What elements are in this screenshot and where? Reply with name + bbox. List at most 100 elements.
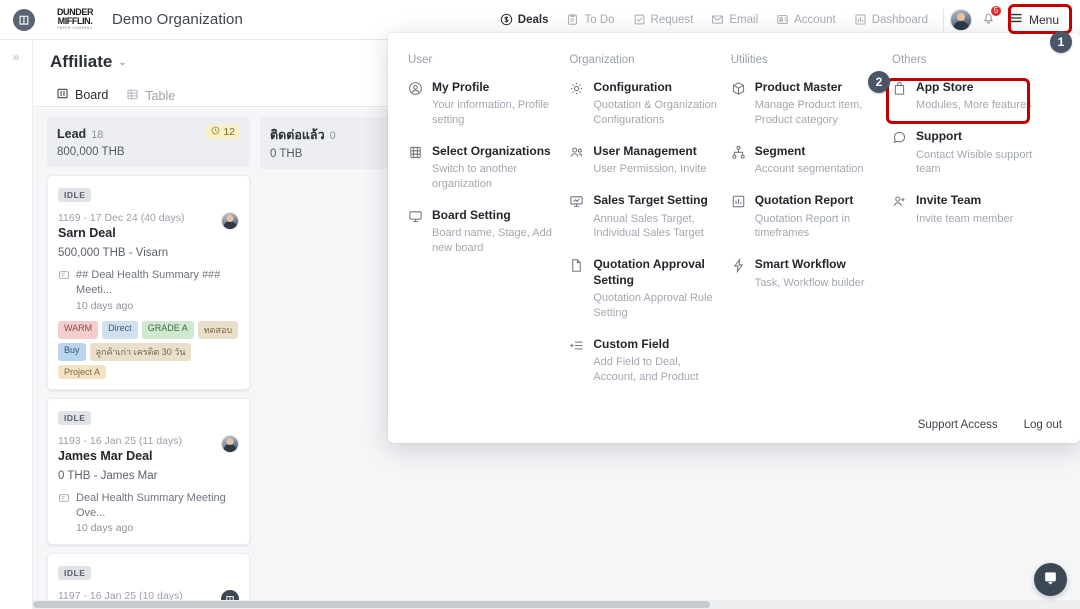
horizontal-scrollbar-track[interactable]: [33, 600, 1080, 609]
column-overdue-chip[interactable]: 12: [206, 125, 240, 139]
menu-item-subtitle: Quotation Report in timeframes: [755, 212, 880, 242]
menu-column-others: Others App Store Modules, More features …: [888, 54, 1064, 401]
menu-item-title: Product Master: [755, 80, 880, 95]
menu-item-product-master[interactable]: Product Master Manage Product item, Prod…: [727, 80, 880, 128]
menu-item-sales-target-setting[interactable]: Sales Target Setting Annual Sales Target…: [565, 193, 718, 241]
menu-item-subtitle: Annual Sales Target, Individual Sales Ta…: [593, 212, 718, 242]
menu-item-quotation-report[interactable]: Quotation Report Quotation Report in tim…: [727, 193, 880, 241]
menu-column-user: User My Profile Your information, Profil…: [404, 54, 565, 401]
nav-label-dashboard: Dashboard: [872, 14, 928, 26]
organization-name: Demo Organization: [112, 11, 243, 28]
menu-item-my-profile[interactable]: My Profile Your information, Profile set…: [404, 80, 557, 128]
check-square-icon: [633, 13, 646, 26]
menu-item-quotation-approval-setting[interactable]: Quotation Approval Setting Quotation App…: [565, 257, 718, 320]
menu-item-custom-field[interactable]: Custom Field Add Field to Deal, Account,…: [565, 337, 718, 385]
nav-label-deals: Deals: [518, 14, 549, 26]
main-menu-dropdown: User My Profile Your information, Profil…: [388, 33, 1080, 443]
deal-tags: WARM Direct GRADE A ทดสอบ Buy ลูกค้าเก่า…: [58, 321, 239, 379]
tag-buy[interactable]: Buy: [58, 343, 86, 361]
menu-item-title: User Management: [593, 144, 706, 159]
menu-item-board-setting[interactable]: Board Setting Board name, Stage, Add new…: [404, 208, 557, 256]
note-age: 10 days ago: [76, 522, 239, 534]
note-icon: [58, 268, 70, 312]
menu-item-subtitle: Quotation Approval Rule Setting: [593, 291, 718, 321]
note-text: Deal Health Summary Meeting Ove...: [76, 491, 239, 521]
menu-button[interactable]: Menu: [1002, 9, 1066, 30]
table-icon: [126, 88, 139, 104]
menu-item-title: Select Organizations: [432, 144, 557, 159]
menu-item-invite-team[interactable]: Invite Team Invite team member: [888, 193, 1056, 226]
note-text: ## Deal Health Summary ### Meeti...: [76, 268, 239, 298]
menu-item-title: My Profile: [432, 80, 557, 95]
menu-item-subtitle: Add Field to Deal, Account, and Product: [593, 355, 718, 385]
log-out-link[interactable]: Log out: [1024, 419, 1062, 431]
menu-item-support[interactable]: Support Contact Wisible support team: [888, 129, 1056, 177]
menu-column-utilities: Utilities Product Master Manage Product …: [727, 54, 888, 401]
chat-support-button[interactable]: [1034, 563, 1067, 596]
logo-line-3: PAPER COMPANY: [52, 27, 98, 30]
menu-item-subtitle: Manage Product item, Product category: [755, 98, 880, 128]
users-icon: [569, 145, 584, 177]
column-header: Lead18 800,000 THB 12: [47, 117, 250, 167]
menu-item-select-organizations[interactable]: Select Organizations Switch to another o…: [404, 144, 557, 192]
menu-item-title: Board Setting: [432, 208, 557, 223]
tag-grade-a[interactable]: GRADE A: [142, 321, 194, 339]
menu-item-title: Custom Field: [593, 337, 718, 352]
menu-item-title: Segment: [755, 144, 864, 159]
menu-button-label: Menu: [1029, 13, 1059, 27]
tag-test-th[interactable]: ทดสอบ: [198, 321, 238, 339]
menu-item-subtitle: Contact Wisible support team: [916, 148, 1056, 178]
deal-amount: 0 THB - James Mar: [58, 470, 239, 482]
tag-warm[interactable]: WARM: [58, 321, 98, 339]
tag-credit-th[interactable]: ลูกค้าเก่า เครดิต 30 วัน: [90, 343, 192, 361]
box-icon: [731, 81, 746, 128]
status-badge: IDLE: [58, 566, 91, 580]
id-card-icon: [776, 13, 789, 26]
envelope-icon: [711, 13, 724, 26]
add-list-icon: [569, 338, 584, 385]
note-age: 10 days ago: [76, 300, 239, 312]
app-logo-icon[interactable]: ◫: [13, 9, 35, 31]
gear-icon: [569, 81, 584, 128]
menu-item-title: Configuration: [593, 80, 718, 95]
clock-icon: [211, 126, 220, 138]
chat-bubble-icon: [1042, 569, 1059, 591]
deal-name: Sarn Deal: [58, 226, 184, 240]
horizontal-scrollbar-thumb[interactable]: [33, 601, 710, 608]
user-avatar[interactable]: [950, 9, 972, 31]
menu-item-title: Quotation Approval Setting: [593, 257, 718, 288]
bar-chart-icon: [731, 194, 746, 241]
deal-card[interactable]: IDLE 1193 - 16 Jan 25 (11 days) James Ma…: [47, 398, 250, 546]
menu-item-configuration[interactable]: Configuration Quotation & Organization C…: [565, 80, 718, 128]
board-column-lead: Lead18 800,000 THB 12 IDLE 1169: [47, 117, 250, 602]
menu-item-user-management[interactable]: User Management User Permission, Invite: [565, 144, 718, 177]
support-access-link[interactable]: Support Access: [918, 419, 998, 431]
column-sum: 0 THB: [270, 148, 336, 160]
menu-item-subtitle: Board name, Stage, Add new board: [432, 226, 557, 256]
nav-label-to-do: To Do: [584, 14, 614, 26]
document-icon: [569, 258, 584, 320]
expand-sidebar-button[interactable]: »: [6, 48, 26, 66]
notifications-bell[interactable]: 5: [981, 10, 996, 30]
nav-label-email: Email: [729, 14, 758, 26]
menu-item-app-store[interactable]: App Store Modules, More features: [888, 80, 1056, 113]
menu-item-smart-workflow[interactable]: Smart Workflow Task, Workflow builder: [727, 257, 880, 290]
menu-item-subtitle: Account segmentation: [755, 162, 864, 177]
notification-count-badge: 5: [990, 5, 1002, 17]
tag-direct[interactable]: Direct: [102, 321, 138, 339]
nav-label-account: Account: [794, 14, 836, 26]
clipboard-icon: [566, 13, 579, 26]
building-icon: [408, 145, 423, 192]
deal-owner-avatar: [221, 435, 239, 453]
column-count: 18: [91, 129, 103, 141]
menu-item-subtitle: Modules, More features: [916, 98, 1032, 113]
app-root: ◫ DUNDER MIFFLIN. PAPER COMPANY Demo Org…: [0, 0, 1080, 609]
menu-item-subtitle: Invite team member: [916, 212, 1013, 227]
step-badge-1: 1: [1050, 31, 1072, 53]
tag-project-a[interactable]: Project A: [58, 365, 106, 379]
logo-line-2: MIFFLIN.: [52, 17, 98, 26]
menu-column-heading: Utilities: [727, 54, 880, 66]
bar-chart-icon: [854, 13, 867, 26]
menu-item-segment[interactable]: Segment Account segmentation: [727, 144, 880, 177]
deal-card[interactable]: IDLE 1169 - 17 Dec 24 (40 days) Sarn Dea…: [47, 175, 250, 390]
